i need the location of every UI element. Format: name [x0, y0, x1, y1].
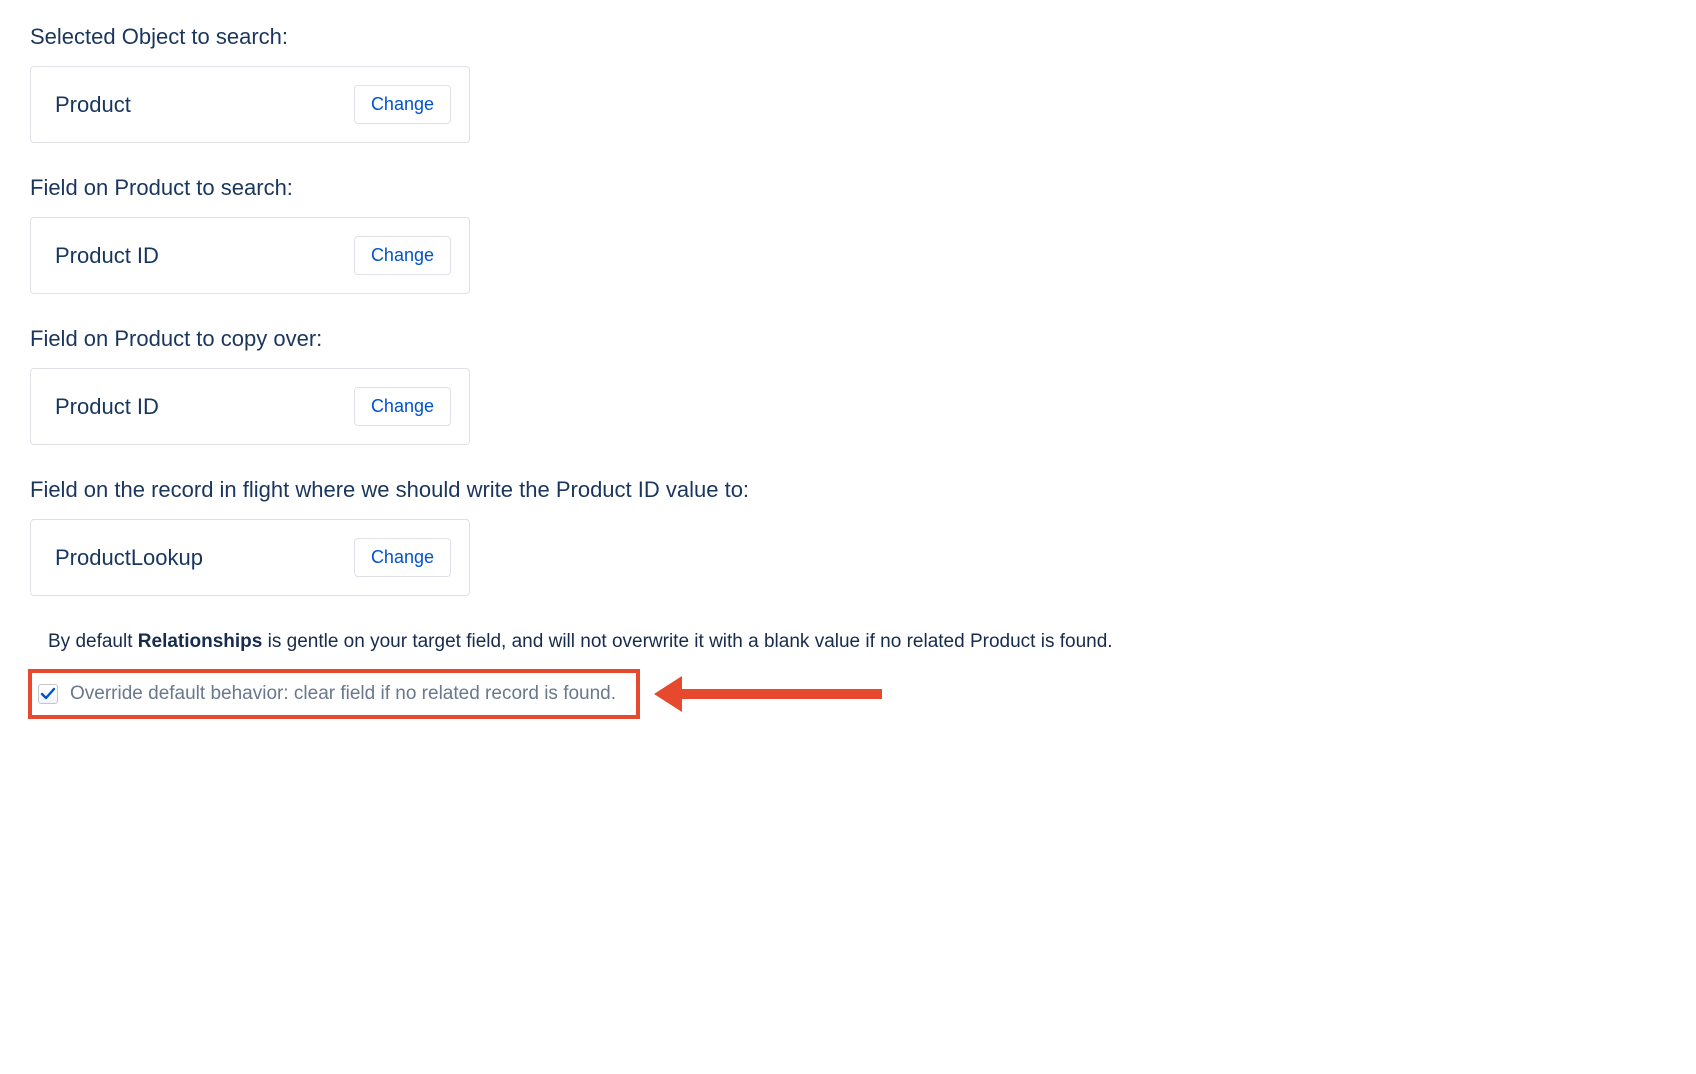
selected-object-field: Product Change — [30, 66, 470, 143]
change-search-field-button[interactable]: Change — [354, 236, 451, 275]
selected-object-label: Selected Object to search: — [30, 24, 1666, 50]
field-to-search-label: Field on Product to search: — [30, 175, 1666, 201]
field-to-write-label: Field on the record in flight where we s… — [30, 477, 1666, 503]
annotation-arrow — [654, 676, 882, 712]
field-to-search-field: Product ID Change — [30, 217, 470, 294]
field-to-write-field: ProductLookup Change — [30, 519, 470, 596]
override-label: Override default behavior: clear field i… — [70, 683, 616, 705]
field-to-search-section: Field on Product to search: Product ID C… — [30, 175, 1666, 294]
default-behavior-description: By default Relationships is gentle on yo… — [48, 628, 1666, 657]
change-copy-field-button[interactable]: Change — [354, 387, 451, 426]
description-strong: Relationships — [138, 631, 263, 652]
field-to-copy-section: Field on Product to copy over: Product I… — [30, 326, 1666, 445]
arrow-line-icon — [682, 689, 882, 699]
field-to-copy-label: Field on Product to copy over: — [30, 326, 1666, 352]
change-object-button[interactable]: Change — [354, 85, 451, 124]
field-to-search-value: Product ID — [55, 243, 354, 269]
override-behavior-row: Override default behavior: clear field i… — [28, 669, 640, 719]
selected-object-section: Selected Object to search: Product Chang… — [30, 24, 1666, 143]
selected-object-value: Product — [55, 92, 354, 118]
field-to-copy-value: Product ID — [55, 394, 354, 420]
description-suffix: is gentle on your target field, and will… — [262, 631, 1112, 652]
field-to-write-value: ProductLookup — [55, 545, 354, 571]
description-prefix: By default — [48, 631, 138, 652]
field-to-copy-field: Product ID Change — [30, 368, 470, 445]
check-icon — [40, 686, 56, 702]
field-to-write-section: Field on the record in flight where we s… — [30, 477, 1666, 596]
override-checkbox[interactable] — [38, 684, 58, 704]
arrow-head-icon — [654, 676, 682, 712]
change-write-field-button[interactable]: Change — [354, 538, 451, 577]
